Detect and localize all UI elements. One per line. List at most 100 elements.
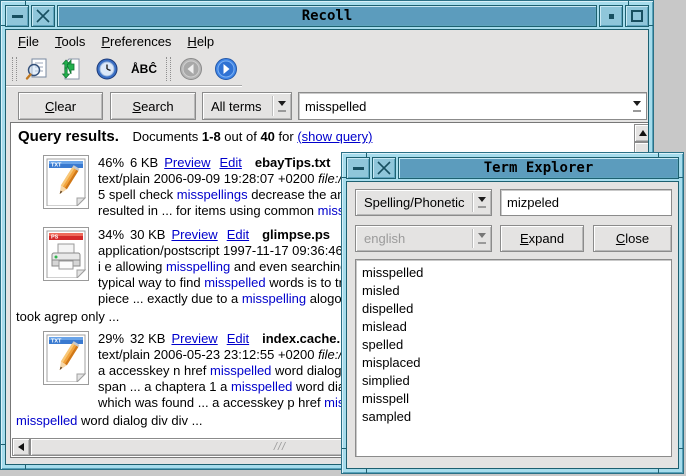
close-button[interactable] xyxy=(31,5,55,27)
menu-tools[interactable]: Tools xyxy=(49,32,91,51)
menu-bar: File Tools Preferences Help xyxy=(6,30,648,52)
text-segment: i e allowing xyxy=(98,259,166,274)
svg-text:TXT: TXT xyxy=(51,339,62,345)
text-segment: span ... a chaptera 1 a xyxy=(98,379,231,394)
scroll-left-button[interactable] xyxy=(12,438,30,456)
file-size: 30 KB xyxy=(130,227,165,242)
menu-preferences[interactable]: Preferences xyxy=(95,32,177,51)
scroll-up-button[interactable] xyxy=(634,124,649,142)
results-title: Query results. xyxy=(18,128,119,145)
query-value: misspelled xyxy=(299,99,628,114)
search-term-highlight: misspelling xyxy=(242,291,306,306)
back-button[interactable] xyxy=(176,55,206,83)
sort-document-icon xyxy=(60,57,84,81)
edit-link[interactable]: Edit xyxy=(227,227,249,242)
svg-text:PS: PS xyxy=(51,235,59,241)
sort-by-date-button[interactable] xyxy=(57,55,87,83)
results-header: Query results. Documents 1-8 out of 40 f… xyxy=(11,123,649,149)
back-icon xyxy=(179,57,203,81)
chevron-down-icon xyxy=(273,101,291,112)
iconify-button[interactable] xyxy=(599,5,623,27)
term-list-item[interactable]: misplaced xyxy=(362,354,671,372)
text-segment: took agrep only ... xyxy=(16,309,119,324)
svg-text:TXT: TXT xyxy=(51,163,62,169)
maximize-icon xyxy=(631,10,643,22)
window-title[interactable]: Recoll xyxy=(57,5,597,27)
query-input[interactable]: misspelled xyxy=(298,92,647,120)
close-dialog-button[interactable]: Close xyxy=(593,225,672,252)
iconify-icon xyxy=(609,14,614,19)
text-segment: typical way to find xyxy=(98,275,204,290)
preview-link[interactable]: Preview xyxy=(171,331,217,346)
arrow-left-icon xyxy=(14,443,24,451)
result-filename: ebayTips.txt xyxy=(255,155,331,170)
maximize-button[interactable] xyxy=(625,5,649,27)
search-bar: Clear Search All terms misspelled xyxy=(6,86,648,122)
search-term-highlight: misspelling xyxy=(166,259,230,274)
history-button[interactable] xyxy=(92,55,122,83)
recoll-titlebar: Recoll xyxy=(5,5,649,27)
file-type-icon-txt: TXT xyxy=(43,155,89,209)
results-summary: Documents 1-8 out of 40 for (show query) xyxy=(133,129,373,144)
text-segment: out of xyxy=(221,129,261,144)
term-explorer-window: Term Explorer Spelling/Phonetic mizpeled… xyxy=(341,152,684,474)
forward-button[interactable] xyxy=(211,55,241,83)
text-segment: word dialog div div ... xyxy=(77,413,202,428)
close-button[interactable] xyxy=(372,157,396,179)
term-results-list: misspelledmisleddispelledmisleadspelledm… xyxy=(355,259,672,457)
chevron-down-icon[interactable] xyxy=(628,101,646,112)
term-list-item[interactable]: misspell xyxy=(362,390,671,408)
menu-help[interactable]: Help xyxy=(181,32,220,51)
frame-notch xyxy=(25,465,26,469)
close-icon xyxy=(36,9,50,23)
term-list-item[interactable]: mislead xyxy=(362,318,671,336)
language-select[interactable]: english xyxy=(355,225,492,252)
arrow-up-icon xyxy=(639,126,647,136)
language-value: english xyxy=(356,231,472,246)
minimize-icon xyxy=(353,167,364,170)
frame-notch xyxy=(658,469,659,473)
term-explorer-button[interactable]: ÅBĈ xyxy=(127,55,161,83)
toolbar-handle[interactable] xyxy=(12,57,17,81)
term-input[interactable]: mizpeled xyxy=(500,189,672,216)
preview-link[interactable]: Preview xyxy=(164,155,210,170)
text-segment: piece ... exactly due to a xyxy=(98,291,242,306)
edit-link[interactable]: Edit xyxy=(227,331,249,346)
minimize-icon xyxy=(12,15,23,18)
toolbar: ÅBĈ xyxy=(6,52,648,85)
term-list-item[interactable]: simplied xyxy=(362,372,671,390)
file-size: 32 KB xyxy=(130,331,165,346)
query-config-icon xyxy=(25,57,49,81)
term-list-item[interactable]: misled xyxy=(362,282,671,300)
term-list-item[interactable]: sampled xyxy=(362,408,671,426)
term-list-item[interactable]: dispelled xyxy=(362,300,671,318)
frame-notch xyxy=(366,469,367,473)
search-term-highlight: misspelled xyxy=(16,413,77,428)
text-segment: 1-8 xyxy=(202,129,221,144)
relevance-percent: 46% xyxy=(98,155,124,170)
search-button[interactable]: Search xyxy=(110,92,196,120)
term-list-item[interactable]: misspelled xyxy=(362,264,671,282)
minimize-button[interactable] xyxy=(5,5,29,27)
text-segment: text/plain 2006-09-09 19:28:07 +0200 xyxy=(98,171,318,186)
expansion-mode-value: Spelling/Phonetic xyxy=(356,195,472,210)
toolbar-handle[interactable] xyxy=(166,57,171,81)
preview-link[interactable]: Preview xyxy=(171,227,217,242)
forward-icon xyxy=(214,57,238,81)
frame-notch xyxy=(679,177,683,178)
show-query-link[interactable]: (show query) xyxy=(297,129,372,144)
term-list-item[interactable]: spelled xyxy=(362,336,671,354)
expand-button[interactable]: Expand xyxy=(500,225,584,252)
menu-file[interactable]: File xyxy=(12,32,45,51)
edit-link[interactable]: Edit xyxy=(219,155,241,170)
term-mode-select[interactable]: All terms xyxy=(202,92,292,120)
window-title[interactable]: Term Explorer xyxy=(398,157,679,179)
expansion-mode-select[interactable]: Spelling/Phonetic xyxy=(355,189,492,216)
minimize-button[interactable] xyxy=(346,157,370,179)
search-term-highlight: misspelled xyxy=(210,363,271,378)
term-explorer-content: Spelling/Phonetic mizpeled english Expan… xyxy=(346,181,679,469)
query-config-button[interactable] xyxy=(22,55,52,83)
text-segment: 5 spell check xyxy=(98,187,177,202)
relevance-percent: 34% xyxy=(98,227,124,242)
clear-button[interactable]: Clear xyxy=(18,92,103,120)
